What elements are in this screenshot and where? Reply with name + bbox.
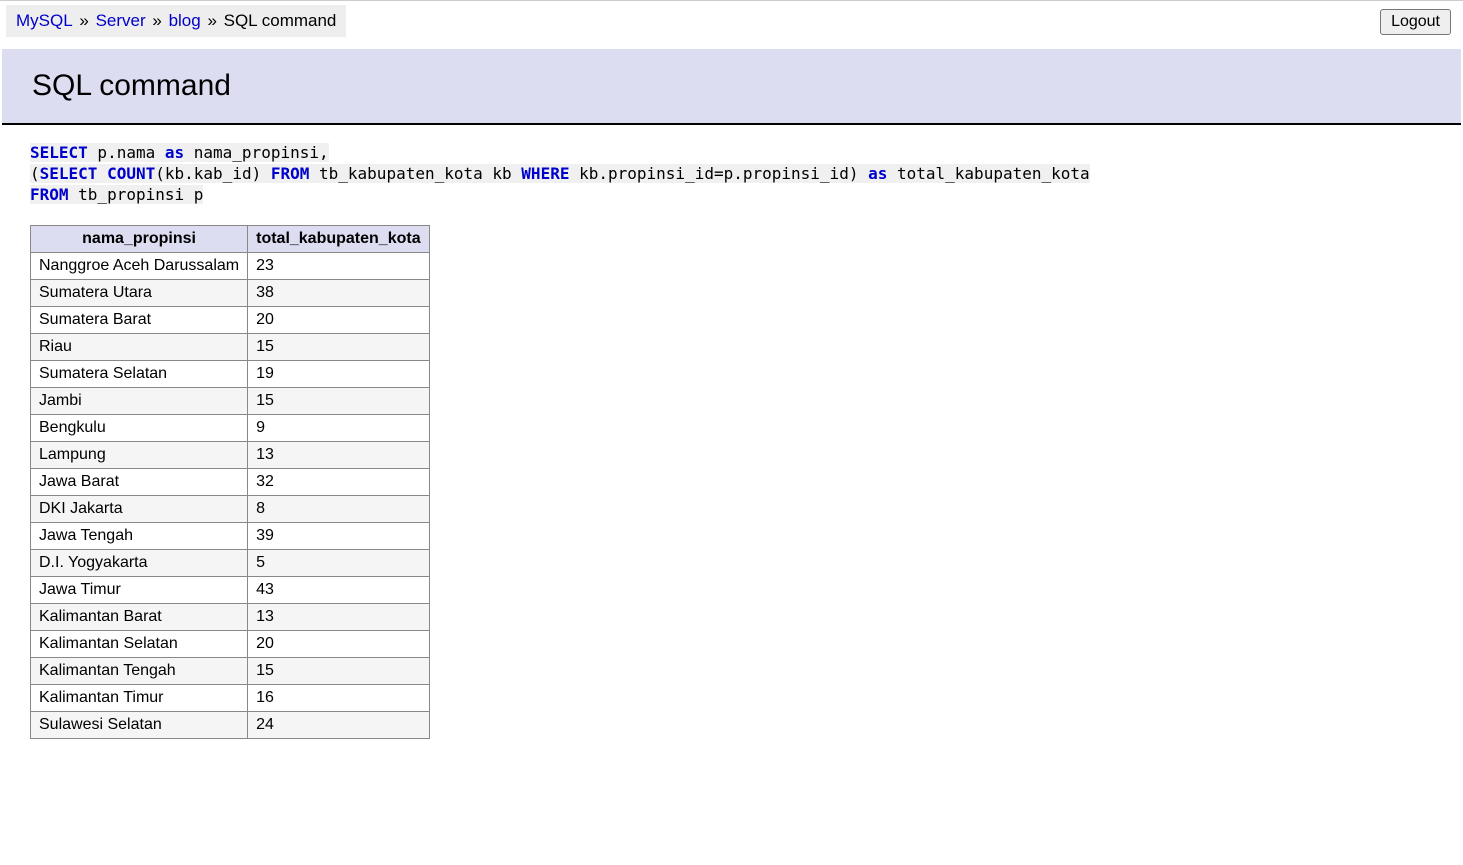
sql-keyword: FROM (30, 185, 69, 204)
table-cell: Lampung (31, 442, 248, 469)
table-cell: 39 (248, 523, 429, 550)
sql-keyword: as (165, 143, 184, 162)
sql-token: p.nama (88, 143, 165, 162)
table-cell: 23 (248, 253, 429, 280)
table-cell: 16 (248, 685, 429, 712)
table-cell: 20 (248, 631, 429, 658)
table-cell: Sumatera Barat (31, 307, 248, 334)
table-cell: Sulawesi Selatan (31, 712, 248, 739)
table-cell: 5 (248, 550, 429, 577)
table-row: Jawa Barat32 (31, 469, 430, 496)
table-row: Jambi15 (31, 388, 430, 415)
table-cell: 8 (248, 496, 429, 523)
table-cell: D.I. Yogyakarta (31, 550, 248, 577)
table-cell: 24 (248, 712, 429, 739)
page-title: SQL command (32, 69, 1431, 103)
table-cell: 15 (248, 334, 429, 361)
table-cell: Kalimantan Barat (31, 604, 248, 631)
breadcrumb-current: SQL command (224, 11, 337, 30)
table-cell: Sumatera Utara (31, 280, 248, 307)
column-header[interactable]: total_kabupaten_kota (248, 226, 429, 253)
breadcrumb-sep: » (201, 11, 224, 30)
table-cell: Jawa Tengah (31, 523, 248, 550)
sql-token: ( (30, 164, 40, 183)
table-cell: 13 (248, 604, 429, 631)
table-row: DKI Jakarta8 (31, 496, 430, 523)
sql-token: total_kabupaten_kota (887, 164, 1089, 183)
result-table: nama_propinsitotal_kabupaten_kota Nanggr… (30, 225, 430, 739)
table-row: Bengkulu9 (31, 415, 430, 442)
table-cell: 19 (248, 361, 429, 388)
table-cell: Bengkulu (31, 415, 248, 442)
table-row: Sumatera Utara38 (31, 280, 430, 307)
breadcrumb-sep: » (146, 11, 169, 30)
breadcrumb: MySQL » Server » blog » SQL command (6, 5, 346, 37)
table-cell: Kalimantan Tengah (31, 658, 248, 685)
sql-keyword: SELECT (30, 143, 88, 162)
page-title-banner: SQL command (2, 49, 1461, 125)
table-row: Kalimantan Barat13 (31, 604, 430, 631)
sql-keyword: FROM (271, 164, 310, 183)
sql-token: (kb.kab_id) (155, 164, 271, 183)
table-row: D.I. Yogyakarta5 (31, 550, 430, 577)
sql-token: tb_propinsi p (69, 185, 204, 204)
sql-token: tb_kabupaten_kota kb (309, 164, 521, 183)
table-cell: 9 (248, 415, 429, 442)
table-cell: 13 (248, 442, 429, 469)
table-row: Sumatera Barat20 (31, 307, 430, 334)
breadcrumb-link[interactable]: MySQL (16, 11, 73, 30)
table-row: Kalimantan Tengah15 (31, 658, 430, 685)
table-cell: Nanggroe Aceh Darussalam (31, 253, 248, 280)
table-row: Jawa Timur43 (31, 577, 430, 604)
table-cell: 15 (248, 658, 429, 685)
sql-token: nama_propinsi, (184, 143, 329, 162)
sql-keyword: COUNT (107, 164, 155, 183)
table-row: Sulawesi Selatan24 (31, 712, 430, 739)
table-cell: Kalimantan Timur (31, 685, 248, 712)
sql-keyword: SELECT (40, 164, 98, 183)
breadcrumb-link[interactable]: Server (96, 11, 146, 30)
table-cell: 20 (248, 307, 429, 334)
table-row: Jawa Tengah39 (31, 523, 430, 550)
breadcrumb-sep: » (73, 11, 96, 30)
table-cell: DKI Jakarta (31, 496, 248, 523)
table-row: Nanggroe Aceh Darussalam23 (31, 253, 430, 280)
table-cell: Riau (31, 334, 248, 361)
table-row: Riau15 (31, 334, 430, 361)
table-row: Sumatera Selatan19 (31, 361, 430, 388)
table-row: Kalimantan Timur16 (31, 685, 430, 712)
sql-code: SELECT p.nama as nama_propinsi, (SELECT … (30, 143, 1433, 205)
table-row: Kalimantan Selatan20 (31, 631, 430, 658)
table-cell: 32 (248, 469, 429, 496)
table-cell: Sumatera Selatan (31, 361, 248, 388)
sql-token (97, 164, 107, 183)
table-row: Lampung13 (31, 442, 430, 469)
sql-keyword: as (868, 164, 887, 183)
column-header[interactable]: nama_propinsi (31, 226, 248, 253)
table-cell: Jawa Timur (31, 577, 248, 604)
breadcrumb-link[interactable]: blog (169, 11, 201, 30)
table-cell: 15 (248, 388, 429, 415)
logout-button[interactable]: Logout (1380, 9, 1451, 35)
sql-keyword: WHERE (521, 164, 569, 183)
table-cell: 38 (248, 280, 429, 307)
table-cell: Jawa Barat (31, 469, 248, 496)
table-cell: Kalimantan Selatan (31, 631, 248, 658)
table-cell: 43 (248, 577, 429, 604)
sql-token: kb.propinsi_id=p.propinsi_id) (569, 164, 868, 183)
table-cell: Jambi (31, 388, 248, 415)
